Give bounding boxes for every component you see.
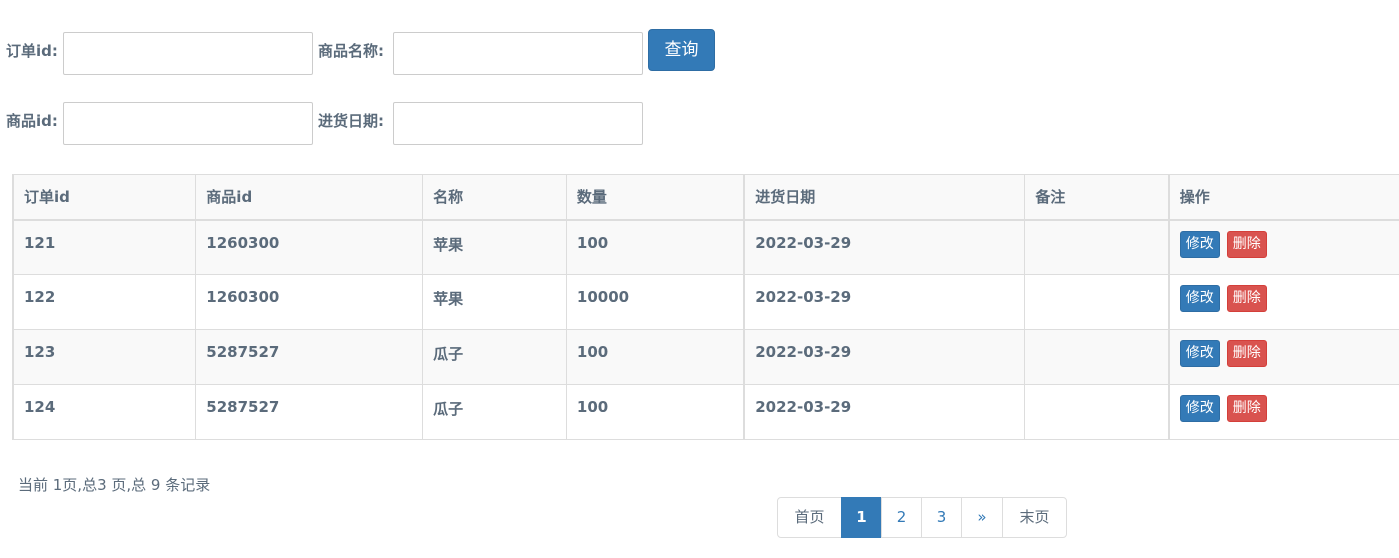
cell-actions: 修改 删除 <box>1167 384 1399 440</box>
cell-name: 苹果 <box>422 274 567 330</box>
pager-page-3[interactable]: 3 <box>921 497 962 538</box>
cell-actions: 修改 删除 <box>1167 219 1399 275</box>
delete-button[interactable]: 删除 <box>1226 230 1267 258</box>
cell-product-id: 1260300 <box>195 219 424 275</box>
cell-name: 瓜子 <box>422 384 567 440</box>
stock-date-label: 进货日期: <box>318 112 384 130</box>
edit-button[interactable]: 修改 <box>1179 230 1220 258</box>
column-header-note: 备注 <box>1024 174 1170 221</box>
pagination-summary: 当前 1页,总3 页,总 9 条记录 <box>18 476 211 494</box>
pager-first[interactable]: 首页 <box>777 497 842 538</box>
product-id-input[interactable] <box>63 102 313 145</box>
column-header-name: 名称 <box>422 174 567 221</box>
column-header-product-id: 商品id <box>195 174 424 221</box>
table-row: 123 5287527 瓜子 100 2022-03-29 修改 删除 <box>12 329 1399 385</box>
cell-stock-date: 2022-03-29 <box>743 274 1026 330</box>
query-button[interactable]: 查询 <box>648 29 715 71</box>
table-header-row: 订单id 商品id 名称 数量 进货日期 备注 操作 <box>12 174 1399 221</box>
pager-next[interactable]: » <box>961 497 1003 538</box>
cell-note <box>1024 329 1170 385</box>
table-row: 121 1260300 苹果 100 2022-03-29 修改 删除 <box>12 219 1399 275</box>
cell-quantity: 100 <box>565 329 745 385</box>
cell-product-id: 1260300 <box>195 274 424 330</box>
pager-page-2[interactable]: 2 <box>881 497 922 538</box>
edit-button[interactable]: 修改 <box>1179 340 1220 367</box>
pagination: 首页 1 2 3 » 末页 <box>777 497 1067 538</box>
cell-product-id: 5287527 <box>195 329 424 385</box>
edit-button[interactable]: 修改 <box>1179 285 1220 312</box>
product-name-label: 商品名称: <box>318 42 384 60</box>
cell-stock-date: 2022-03-29 <box>743 329 1026 385</box>
product-name-input[interactable] <box>393 32 643 75</box>
delete-button[interactable]: 删除 <box>1226 285 1267 312</box>
cell-note <box>1024 219 1170 275</box>
cell-quantity: 100 <box>565 219 745 275</box>
cell-note <box>1024 384 1170 440</box>
orders-table: 订单id 商品id 名称 数量 进货日期 备注 操作 121 1260300 苹… <box>12 174 1399 440</box>
cell-actions: 修改 删除 <box>1167 329 1399 385</box>
stock-date-input[interactable] <box>393 102 643 145</box>
cell-stock-date: 2022-03-29 <box>743 384 1026 440</box>
product-id-label: 商品id: <box>6 112 58 130</box>
order-id-label: 订单id: <box>6 42 58 60</box>
cell-name: 瓜子 <box>422 329 567 385</box>
cell-actions: 修改 删除 <box>1167 274 1399 330</box>
table-row: 124 5287527 瓜子 100 2022-03-29 修改 删除 <box>12 384 1399 440</box>
column-header-order-id: 订单id <box>12 174 197 221</box>
delete-button[interactable]: 删除 <box>1226 395 1267 422</box>
cell-product-id: 5287527 <box>195 384 424 440</box>
edit-button[interactable]: 修改 <box>1179 395 1220 422</box>
table-row: 122 1260300 苹果 10000 2022-03-29 修改 删除 <box>12 274 1399 330</box>
pager-page-1[interactable]: 1 <box>841 497 882 538</box>
cell-note <box>1024 274 1170 330</box>
cell-quantity: 10000 <box>565 274 745 330</box>
column-header-actions: 操作 <box>1167 174 1399 221</box>
pager-last[interactable]: 末页 <box>1002 497 1067 538</box>
cell-order-id: 124 <box>12 384 197 440</box>
column-header-stock-date: 进货日期 <box>743 174 1026 221</box>
page: 订单id: 商品名称: 查询 商品id: 进货日期: 订单id 商品id 名称 … <box>0 0 1399 558</box>
cell-quantity: 100 <box>565 384 745 440</box>
cell-name: 苹果 <box>422 219 567 275</box>
cell-order-id: 122 <box>12 274 197 330</box>
delete-button[interactable]: 删除 <box>1226 340 1267 367</box>
column-header-quantity: 数量 <box>565 174 745 221</box>
cell-order-id: 121 <box>12 219 197 275</box>
cell-stock-date: 2022-03-29 <box>743 219 1026 275</box>
cell-order-id: 123 <box>12 329 197 385</box>
order-id-input[interactable] <box>63 32 313 75</box>
